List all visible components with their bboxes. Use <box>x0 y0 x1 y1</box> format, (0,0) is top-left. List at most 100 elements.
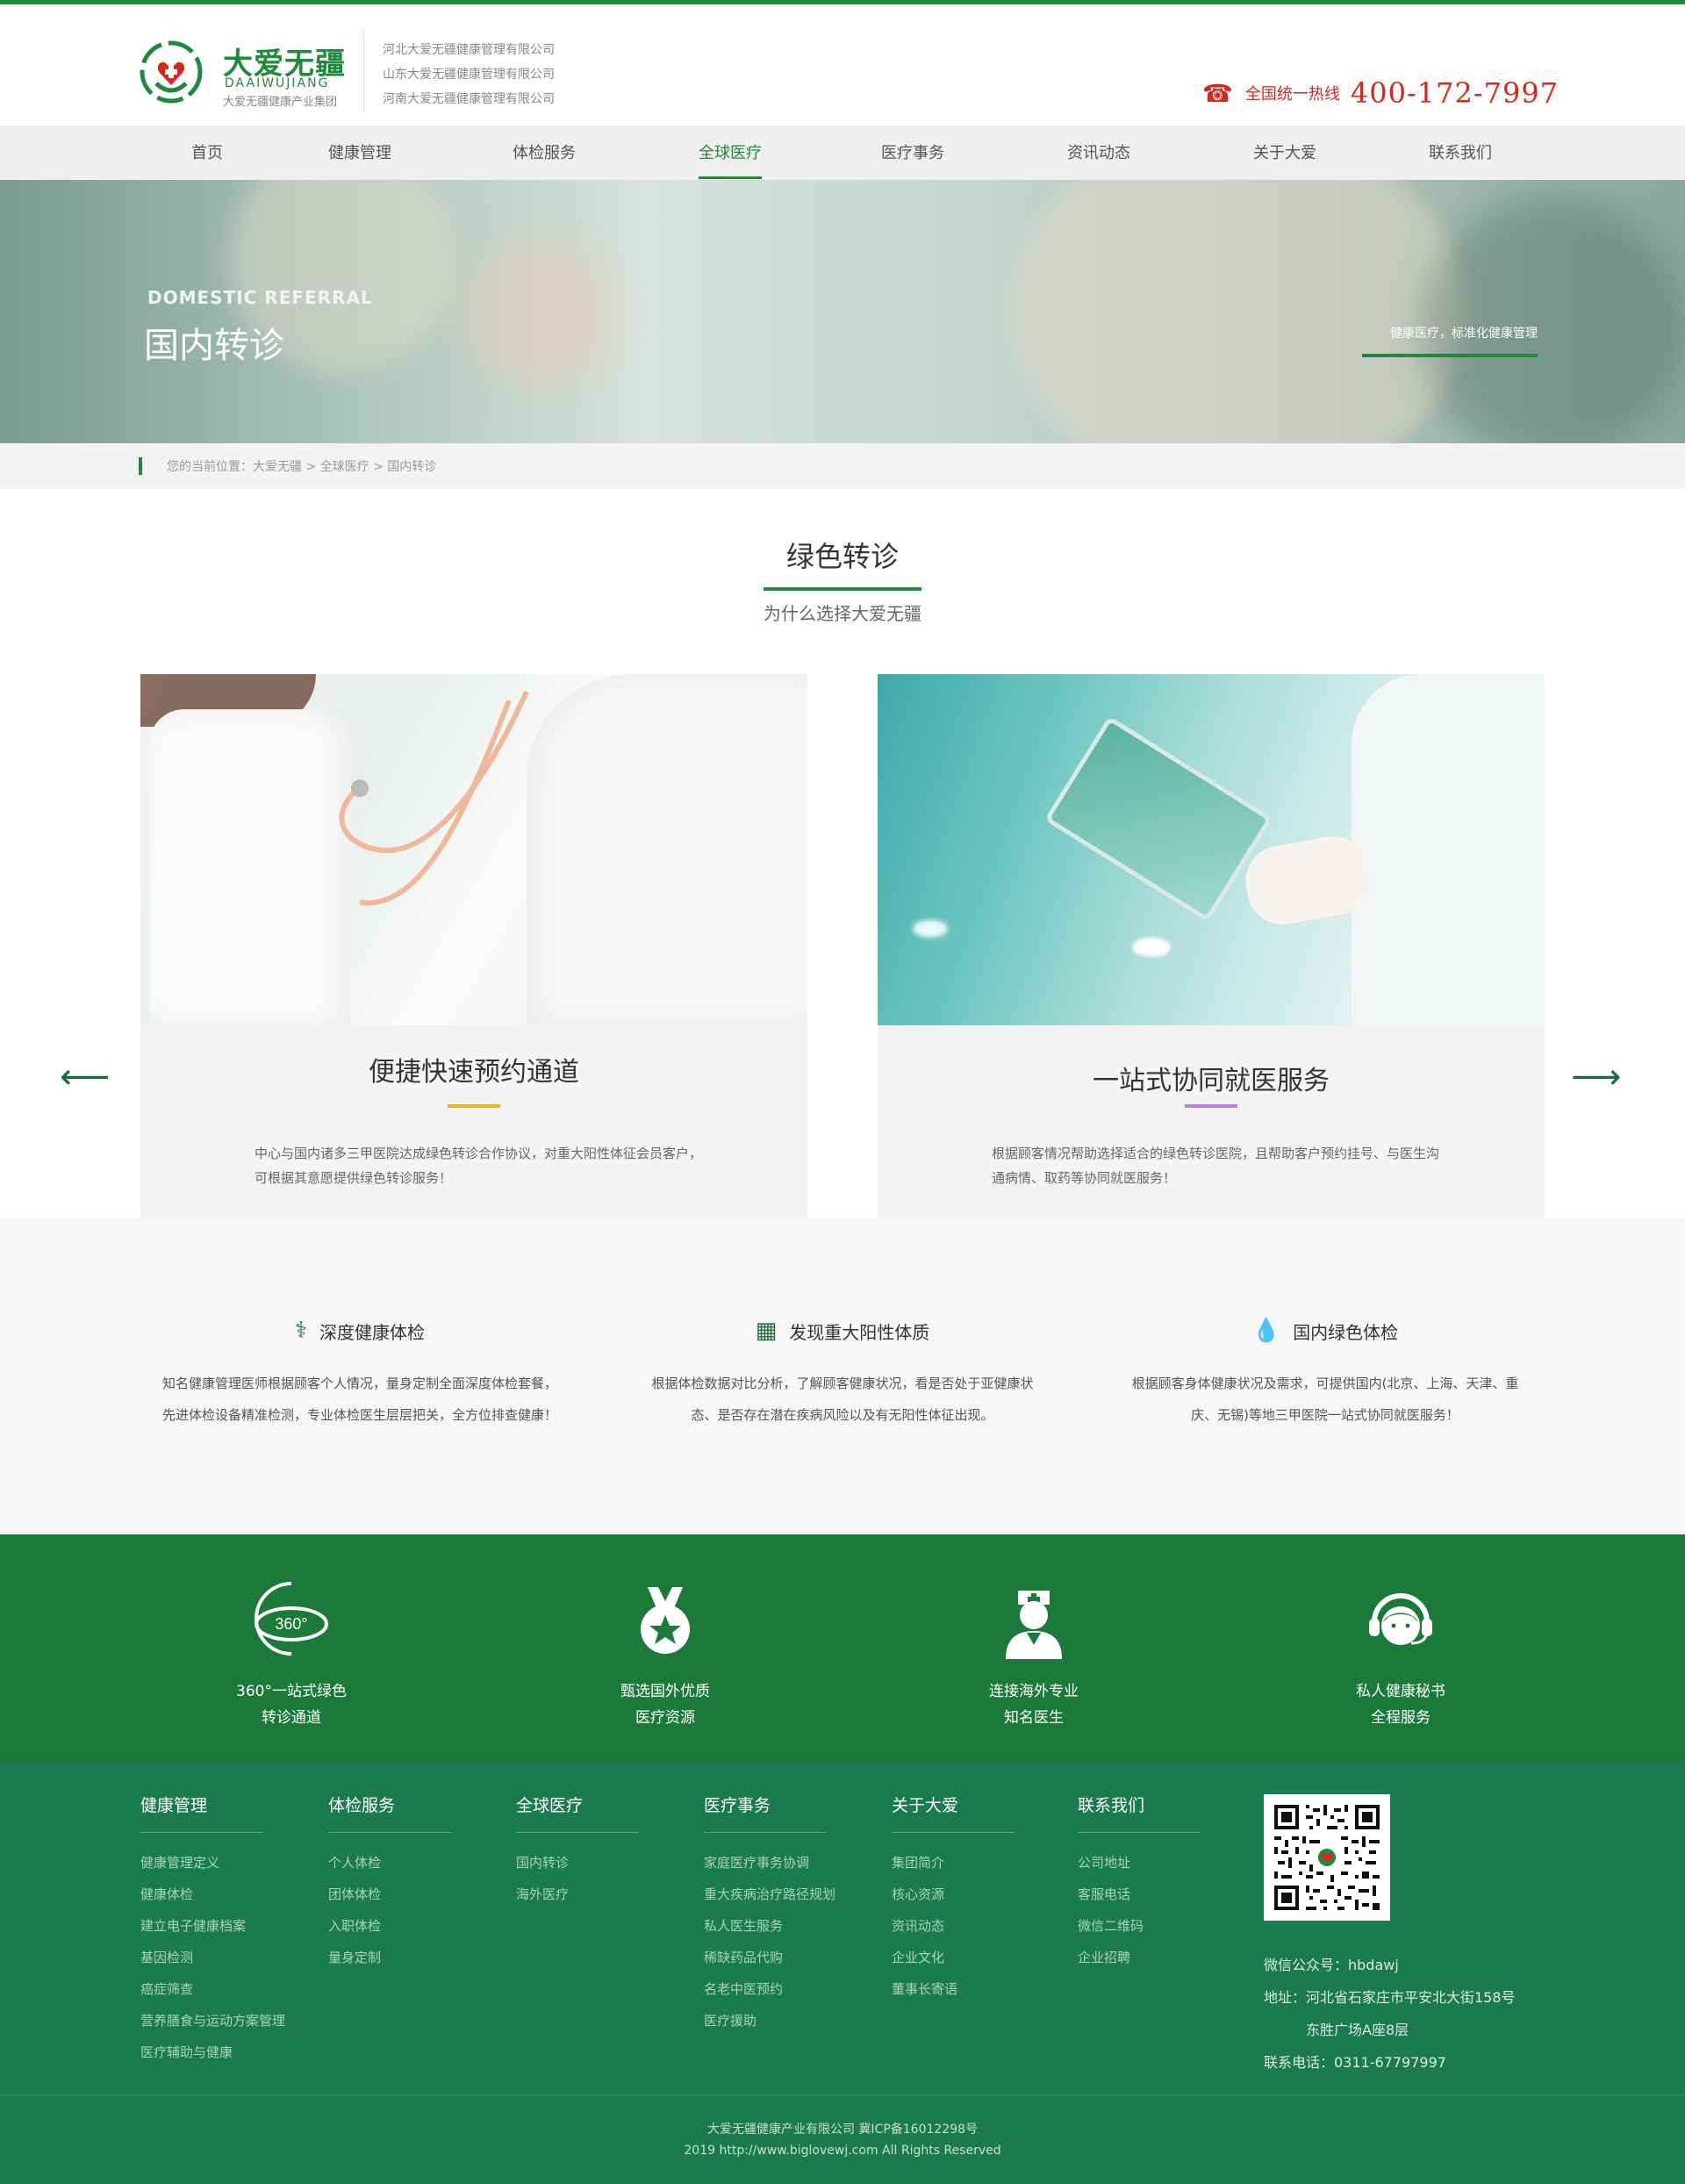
footer-column-title[interactable]: 全球医疗 <box>516 1792 639 1833</box>
footer-column: 全球医疗 国内转诊 海外医疗 <box>516 1792 674 1910</box>
calendar-icon: ▦ <box>755 1318 778 1344</box>
hotline-label: 全国统一热线 <box>1244 85 1340 104</box>
feature-heading: 💧 国内绿色体检 <box>1123 1315 1527 1347</box>
footer-column-title[interactable]: 联系我们 <box>1078 1792 1201 1833</box>
advantage-item: 私人健康秘书 全程服务 <box>1304 1578 1497 1731</box>
address-line: 东胜广场A座8层 <box>1306 2022 1409 2038</box>
company-name: 河北大爱无疆健康管理有限公司 <box>383 43 555 57</box>
advantage-line: 医疗资源 <box>635 1709 695 1727</box>
footer-column-title[interactable]: 体检服务 <box>328 1792 451 1833</box>
service-cards: 便捷快速预约通道 中心与国内诸多三甲医院达成绿色转诊合作协议，对重大阳性体征会员… <box>0 674 1685 1218</box>
nav-item-health-management[interactable]: 健康管理 <box>290 126 430 181</box>
copyright-rights: 2019 http://www.biglovewj.com All Rights… <box>684 2144 1001 2158</box>
nav-item-news[interactable]: 资讯动态 <box>1029 126 1169 181</box>
360-icon: 360° <box>195 1578 388 1663</box>
footer-link[interactable]: 微信二维码 <box>1078 1910 1236 1942</box>
footer-link[interactable]: 核心资源 <box>892 1879 1050 1910</box>
footer-link[interactable]: 营养膳食与运动方案管理 <box>140 2005 298 2037</box>
service-card-accent-line <box>448 1104 500 1108</box>
logo-mark-icon <box>140 40 203 104</box>
wechat-qr-code <box>1264 1794 1390 1921</box>
footer-link[interactable]: 企业文化 <box>892 1942 1050 1973</box>
feature-item: ⚕ 深度健康体检 知名健康管理医师根据顾客个人情况，量身定制全面深度体检套餐，先… <box>158 1315 562 1431</box>
footer-column-title[interactable]: 关于大爱 <box>892 1792 1015 1833</box>
footer-link[interactable]: 私人医生服务 <box>704 1910 862 1942</box>
banner-en-title: DOMESTIC REFERRAL <box>147 287 373 308</box>
footer-link[interactable]: 名老中医预约 <box>704 1973 862 2005</box>
footer-link[interactable]: 企业招聘 <box>1078 1942 1236 1973</box>
advantage-line: 360°一站式绿色 <box>236 1683 347 1700</box>
footer-column-title[interactable]: 医疗事务 <box>704 1792 827 1833</box>
page-banner: DOMESTIC REFERRAL 国内转诊 健康医疗，标准化健康管理 <box>0 180 1685 443</box>
footer-link[interactable]: 医疗辅助与健康 <box>140 2037 298 2068</box>
feature-heading: ▦ 发现重大阳性体质 <box>641 1315 1044 1347</box>
hotline-number[interactable]: 400-172-7997 <box>1351 76 1559 110</box>
feature-title: 国内绿色体检 <box>1293 1321 1399 1343</box>
breadcrumb-text[interactable]: 您的当前位置：大爱无疆 > 全球医疗 > 国内转诊 <box>167 457 436 475</box>
nav-item-medical-affairs[interactable]: 医疗事务 <box>842 126 983 181</box>
drop-icon: 💧 <box>1251 1318 1281 1344</box>
footer-column: 关于大爱 集团简介 核心资源 资讯动态 企业文化 董事长寄语 <box>892 1792 1050 2005</box>
footer-link[interactable]: 客服电话 <box>1078 1879 1236 1910</box>
service-card-accent-line <box>1185 1104 1237 1108</box>
service-card-title: 一站式协同就医服务 <box>1093 1066 1330 1096</box>
feature-desc: 根据顾客身体健康状况及需求，可提供国内(北京、上海、天津、重庆、无锡)等地三甲医… <box>1131 1376 1519 1423</box>
advantage-item: 360° 360°一站式绿色 转诊通道 <box>195 1578 388 1731</box>
nav-item-home[interactable]: 首页 <box>137 126 277 181</box>
footer-link[interactable]: 国内转诊 <box>516 1847 674 1879</box>
service-card[interactable]: 便捷快速预约通道 中心与国内诸多三甲医院达成绿色转诊合作协议，对重大阳性体征会员… <box>140 674 807 1218</box>
footer-link[interactable]: 癌症筛查 <box>140 1973 298 2005</box>
service-card-desc: 根据顾客情况帮助选择适合的绿色转诊医院，且帮助客户预约挂号、与医生沟通病情、取药… <box>992 1146 1440 1186</box>
company-name: 河南大爱无疆健康管理有限公司 <box>383 92 555 106</box>
footer-link[interactable]: 量身定制 <box>328 1942 486 1973</box>
advantage-line: 知名医生 <box>1004 1709 1064 1727</box>
nav-item-global-medical[interactable]: 全球医疗 <box>660 126 800 181</box>
breadcrumb-marker <box>139 457 142 475</box>
hotline: ☎ 全国统一热线 400-172-7997 <box>1202 76 1559 110</box>
footer-link[interactable]: 健康管理定义 <box>140 1847 298 1879</box>
banner-tagline-underline <box>1362 354 1538 357</box>
footer-link[interactable]: 稀缺药品代购 <box>704 1942 862 1973</box>
breadcrumb: 您的当前位置：大爱无疆 > 全球医疗 > 国内转诊 <box>0 443 1685 489</box>
site-header: 大爱无疆 DAAIWUJIANG 大爱无疆健康产业集团 河北大爱无疆健康管理有限… <box>0 4 1685 126</box>
footer-link[interactable]: 入职体检 <box>328 1910 486 1942</box>
footer-link[interactable]: 个人体检 <box>328 1847 486 1879</box>
section-title-underline <box>764 587 921 591</box>
doctor-tablet-image <box>878 674 1545 1025</box>
footer-link[interactable]: 健康体检 <box>140 1879 298 1910</box>
nav-item-contact[interactable]: 联系我们 <box>1390 126 1531 181</box>
footer-column-title[interactable]: 健康管理 <box>140 1792 263 1833</box>
feature-title: 发现重大阳性体质 <box>789 1321 930 1343</box>
footer-link[interactable]: 集团简介 <box>892 1847 1050 1879</box>
service-card[interactable]: 一站式协同就医服务 根据顾客情况帮助选择适合的绿色转诊医院，且帮助客户预约挂号、… <box>878 674 1545 1218</box>
footer-column: 健康管理 健康管理定义 健康体检 建立电子健康档案 基因检测 癌症筛查 营养膳食… <box>140 1792 298 2068</box>
footer-link[interactable]: 医疗援助 <box>704 2005 862 2037</box>
footer-link[interactable]: 基因检测 <box>140 1942 298 1973</box>
advantage-text: 甄选国外优质 医疗资源 <box>569 1678 762 1731</box>
contact-phone: 联系电话：0311-67797997 <box>1264 2054 1446 2071</box>
headset-icon <box>1304 1578 1497 1663</box>
footer-column: 体检服务 个人体检 团体体检 入职体检 量身定制 <box>328 1792 486 1973</box>
site-logo[interactable]: 大爱无疆 DAAIWUJIANG 大爱无疆健康产业集团 <box>139 36 367 115</box>
advantage-line: 甄选国外优质 <box>620 1683 710 1700</box>
section-subtitle: 为什么选择大爱无疆 <box>764 603 921 624</box>
nav-item-about[interactable]: 关于大爱 <box>1215 126 1355 181</box>
section-title: 绿色转诊 <box>785 540 899 573</box>
footer-link[interactable]: 海外医疗 <box>516 1879 674 1910</box>
footer-link[interactable]: 资讯动态 <box>892 1910 1050 1942</box>
nav-item-checkup[interactable]: 体检服务 <box>474 126 614 181</box>
advantage-line: 全程服务 <box>1371 1709 1430 1727</box>
footer-link[interactable]: 家庭医疗事务协调 <box>704 1847 862 1879</box>
footer-link[interactable]: 团体体检 <box>328 1879 486 1910</box>
footer-link[interactable]: 公司地址 <box>1078 1847 1236 1879</box>
advantage-text: 连接海外专业 知名医生 <box>937 1678 1130 1731</box>
copyright-company: 大爱无疆健康产业有限公司 冀ICP备16012298号 <box>706 2123 979 2137</box>
footer-link[interactable]: 董事长寄语 <box>892 1973 1050 2005</box>
copyright: 大爱无疆健康产业有限公司 冀ICP备16012298号 2019 http://… <box>0 2119 1685 2161</box>
advantage-line: 转诊通道 <box>262 1709 321 1727</box>
banner-title: 国内转诊 <box>144 326 284 366</box>
footer-link[interactable]: 重大疾病治疗路径规划 <box>704 1879 862 1910</box>
feature-section: ⚕ 深度健康体检 知名健康管理医师根据顾客个人情况，量身定制全面深度体检套餐，先… <box>0 1218 1685 1534</box>
footer-link[interactable]: 建立电子健康档案 <box>140 1910 298 1942</box>
feature-desc: 知名健康管理医师根据顾客个人情况，量身定制全面深度体检套餐，先进体检设备精准检测… <box>161 1376 557 1423</box>
